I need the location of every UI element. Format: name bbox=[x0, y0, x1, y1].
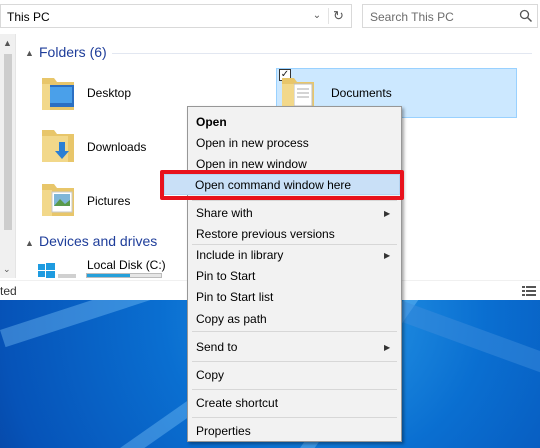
menu-separator bbox=[192, 200, 397, 201]
submenu-arrow-icon: ▶ bbox=[384, 343, 391, 352]
drive-usage-bar bbox=[86, 273, 162, 278]
menu-item-open[interactable]: Open bbox=[196, 115, 227, 135]
menu-item-pin-to-start-list[interactable]: Pin to Start list bbox=[196, 290, 273, 310]
refresh-icon[interactable]: ↻ bbox=[328, 8, 348, 24]
collapse-devices-icon[interactable]: ▲ bbox=[25, 238, 34, 248]
scrollbar-thumb[interactable] bbox=[4, 54, 12, 230]
menu-separator bbox=[192, 417, 397, 418]
pictures-folder-icon bbox=[42, 184, 74, 216]
folder-label-documents[interactable]: Documents bbox=[331, 86, 392, 100]
menu-separator bbox=[192, 244, 397, 245]
menu-item-pin-to-start[interactable]: Pin to Start bbox=[196, 269, 255, 289]
search-icon[interactable] bbox=[519, 9, 533, 23]
menu-item-create-shortcut[interactable]: Create shortcut bbox=[196, 396, 278, 416]
folders-section-header[interactable]: Folders (6) bbox=[39, 44, 107, 60]
submenu-arrow-icon: ▶ bbox=[384, 251, 391, 260]
menu-separator bbox=[192, 389, 397, 390]
collapse-folders-icon[interactable]: ▲ bbox=[25, 48, 34, 58]
windows-drive-icon bbox=[38, 263, 76, 278]
light-beam bbox=[393, 300, 540, 388]
menu-item-open-in-new-process[interactable]: Open in new process bbox=[196, 136, 309, 156]
navigation-pane-scrollbar[interactable]: ▲ ⌄ bbox=[0, 34, 16, 278]
context-menu: Open Open in new process Open in new win… bbox=[187, 106, 402, 442]
address-bar[interactable]: This PC ⌄ ↻ bbox=[0, 4, 352, 28]
address-path: This PC bbox=[7, 10, 50, 24]
status-text: ted bbox=[0, 284, 17, 298]
chevron-down-icon[interactable]: ⌄ bbox=[310, 10, 324, 22]
folder-label-pictures[interactable]: Pictures bbox=[87, 194, 130, 208]
devices-section-header[interactable]: Devices and drives bbox=[39, 233, 157, 249]
drive-usage-fill bbox=[87, 274, 130, 277]
menu-item-send-to[interactable]: Send to bbox=[196, 340, 237, 360]
menu-item-include-in-library[interactable]: Include in library bbox=[196, 248, 283, 268]
search-box[interactable]: Search This PC bbox=[362, 4, 538, 28]
details-view-icon[interactable] bbox=[522, 285, 536, 297]
folder-label-downloads[interactable]: Downloads bbox=[87, 140, 146, 154]
menu-separator bbox=[192, 331, 397, 332]
section-divider bbox=[112, 53, 532, 54]
menu-item-copy[interactable]: Copy bbox=[196, 368, 224, 388]
menu-separator bbox=[192, 361, 397, 362]
desktop-folder-icon bbox=[42, 78, 74, 110]
menu-item-copy-as-path[interactable]: Copy as path bbox=[196, 312, 267, 332]
scroll-down-icon[interactable]: ⌄ bbox=[3, 264, 11, 275]
folder-label-desktop[interactable]: Desktop bbox=[87, 86, 131, 100]
scroll-up-icon[interactable]: ▲ bbox=[3, 38, 12, 48]
annotation-highlight-box bbox=[160, 170, 404, 200]
downloads-folder-icon bbox=[42, 130, 74, 162]
menu-item-properties[interactable]: Properties bbox=[196, 424, 251, 444]
search-input[interactable]: Search This PC bbox=[370, 10, 454, 24]
submenu-arrow-icon: ▶ bbox=[384, 209, 391, 218]
menu-item-share-with[interactable]: Share with bbox=[196, 206, 253, 226]
drive-label-local-disk[interactable]: Local Disk (C:) bbox=[87, 258, 166, 272]
